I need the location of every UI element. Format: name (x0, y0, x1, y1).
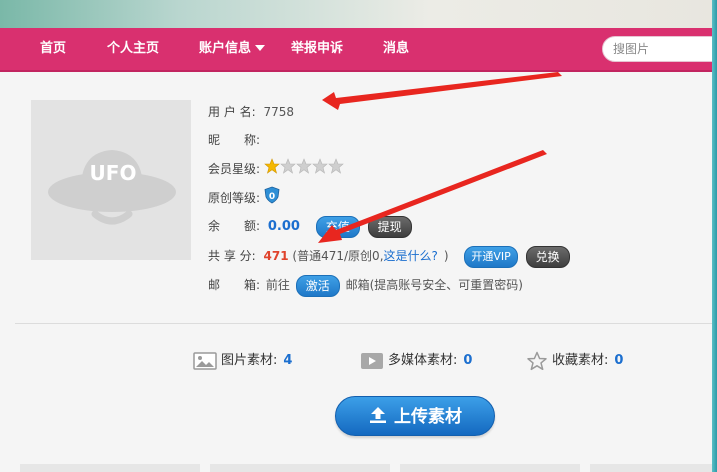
member-star-rating (264, 158, 346, 181)
share-detail-close: ) (443, 249, 449, 263)
stat-image-count: 4 (283, 353, 293, 368)
window-right-edge (712, 0, 717, 472)
balance-label: 余 额: (208, 219, 261, 233)
email-row: 邮 箱: 前往 激活 邮箱(提高账号安全、可重置密码) (208, 274, 523, 297)
share-detail-open: (普通 (292, 249, 322, 263)
nickname-label: 昵 称: (208, 133, 261, 147)
star-outline-icon (527, 351, 547, 370)
shield-badge-icon: 0 (264, 186, 280, 211)
email-label: 邮 箱: (208, 278, 261, 292)
ufo-avatar-icon: UFO (48, 150, 176, 225)
username-row: 用 户 名: 7758 (208, 101, 294, 123)
email-suffix: 邮箱(提高账号安全、可重置密码) (345, 278, 523, 292)
share-sep: /原创 (344, 249, 373, 263)
share-points-value: 471 (263, 249, 289, 263)
original-level-row: 原创等级: 0 (208, 186, 280, 208)
member-level-row: 会员星级: (208, 158, 346, 180)
member-level-label: 会员星级: (208, 162, 261, 176)
activate-button[interactable]: 激活 (295, 274, 340, 297)
share-points-label: 共 享 分: (208, 249, 256, 263)
bottom-tab-2 (210, 464, 390, 472)
stat-favorite-count: 0 (614, 353, 624, 368)
nav-account-info[interactable]: 账户信息 (199, 28, 266, 70)
share-normal-value: 471 (321, 249, 344, 263)
browser-top-band (0, 0, 717, 28)
image-icon (193, 351, 217, 370)
upload-assets-button[interactable]: 上传素材 (335, 396, 495, 436)
email-prefix: 前往 (265, 278, 290, 292)
star-rating-icon (264, 158, 344, 174)
share-original-value: 0 (372, 249, 380, 263)
chevron-down-icon (255, 44, 266, 51)
avatar-text: UFO (90, 161, 137, 185)
username-value: 7758 (263, 105, 295, 119)
balance-value: 0.00 (267, 219, 300, 234)
upload-icon (370, 407, 386, 423)
bottom-tab-1 (20, 464, 200, 472)
original-level-badge: 0 (269, 192, 275, 202)
username-label: 用 户 名: (208, 105, 256, 119)
share-points-row: 共 享 分: 471 (普通471/原创0,这是什么?) 开通VIP 兑换 (208, 245, 570, 268)
avatar[interactable]: UFO (31, 100, 191, 260)
nickname-row: 昵 称: (208, 129, 260, 151)
stat-media-assets[interactable]: 多媒体素材: 0 (360, 350, 472, 372)
upload-button-label: 上传素材 (394, 407, 462, 427)
nav-personal-homepage[interactable]: 个人主页 (107, 28, 159, 70)
share-help-link[interactable]: 这是什么? (384, 249, 438, 263)
media-icon (361, 352, 383, 369)
section-divider (15, 323, 712, 324)
stat-favorite-label: 收藏素材: (552, 353, 609, 368)
nav-home[interactable]: 首页 (40, 28, 66, 70)
open-vip-button[interactable]: 开通VIP (464, 245, 518, 268)
bottom-tab-4 (590, 464, 712, 472)
withdraw-button[interactable]: 提现 (367, 215, 412, 238)
nav-account-info-label: 账户信息 (199, 41, 252, 56)
balance-row: 余 额: 0.00 充值 提现 (208, 215, 412, 238)
recharge-button[interactable]: 充值 (315, 215, 360, 238)
nav-report-appeal[interactable]: 举报申诉 (291, 28, 343, 70)
stat-image-assets[interactable]: 图片素材: 4 (193, 350, 292, 372)
search-box (602, 36, 717, 62)
exchange-button[interactable]: 兑换 (525, 245, 570, 268)
stat-media-count: 0 (463, 353, 473, 368)
bottom-tab-3 (400, 464, 580, 472)
stat-image-label: 图片素材: (221, 353, 278, 368)
nav-messages[interactable]: 消息 (383, 28, 409, 70)
search-input[interactable] (613, 40, 713, 58)
stat-media-label: 多媒体素材: (388, 353, 458, 368)
stat-favorite-assets[interactable]: 收藏素材: 0 (526, 350, 623, 372)
original-level-label: 原创等级: (208, 191, 261, 205)
